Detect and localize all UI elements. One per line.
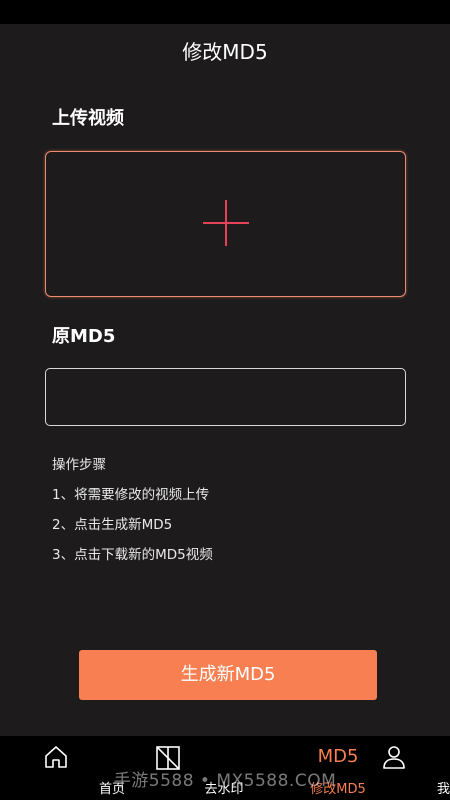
upload-video-area[interactable]: [45, 151, 406, 297]
original-md5-field[interactable]: [45, 368, 406, 426]
plus-icon: [203, 200, 249, 246]
app-screen: 修改MD5 上传视频 原MD5 操作步骤 1、将需要修改的视频上传 2、点击生成…: [0, 24, 450, 736]
steps-section: 操作步骤 1、将需要修改的视频上传 2、点击生成新MD5 3、点击下载新的MD5…: [52, 456, 213, 576]
step-item: 2、点击生成新MD5: [52, 517, 173, 533]
home-icon: [43, 744, 69, 774]
tab-mine[interactable]: 我的: [338, 736, 450, 800]
tab-home[interactable]: 首页: [0, 736, 125, 800]
upload-video-label: 上传视频: [52, 108, 124, 129]
status-bar: [0, 0, 450, 24]
generate-md5-button[interactable]: 生成新MD5: [79, 650, 377, 700]
tab-modify-md5[interactable]: MD5 修改MD5: [226, 736, 366, 800]
user-icon: [381, 744, 407, 774]
tab-mine-label: 我的: [436, 782, 450, 797]
tab-bar: 首页 去水印 MD5 修改MD5 我的: [0, 736, 450, 800]
step-item: 1、将需要修改的视频上传: [52, 487, 210, 503]
original-md5-label: 原MD5: [52, 326, 116, 347]
step-item: 3、点击下载新的MD5视频: [52, 547, 213, 563]
tab-remove-watermark[interactable]: 去水印: [112, 736, 244, 800]
steps-title: 操作步骤: [52, 457, 106, 473]
page-title: 修改MD5: [182, 40, 268, 64]
crop-icon: [154, 744, 182, 776]
